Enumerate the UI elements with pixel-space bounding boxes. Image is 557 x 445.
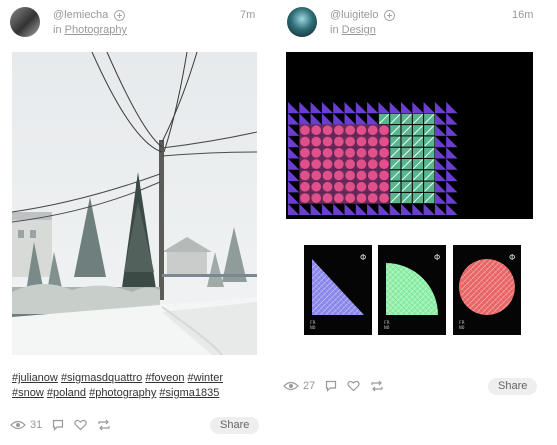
poster-caption: NO — [459, 325, 465, 331]
hashtag-link[interactable]: #sigmasdquattro — [61, 372, 142, 384]
comment-icon[interactable] — [325, 380, 337, 392]
view-count: 27 — [303, 380, 316, 392]
poster-symbol: Φ — [434, 253, 440, 262]
category-prefix: in — [330, 24, 339, 36]
poster-symbol: Φ — [509, 253, 515, 262]
timestamp: 16m — [512, 9, 534, 21]
hashtag-link[interactable]: #snow — [12, 387, 44, 399]
post-card-photography: @lemiecha in Photography 7m #julianow #s… — [0, 0, 275, 445]
hashtag-link[interactable]: #julianow — [12, 372, 58, 384]
hashtag-link[interactable]: #photography — [89, 387, 156, 399]
category-line: in Design — [330, 24, 376, 36]
repost-icon[interactable] — [97, 419, 111, 431]
post-actions: 31 — [10, 419, 111, 431]
hashtag-link[interactable]: #foveon — [145, 372, 184, 384]
category-line: in Photography — [53, 24, 127, 36]
heart-icon[interactable] — [347, 380, 360, 392]
post-artwork-geometric-grid[interactable] — [286, 52, 533, 219]
heart-icon[interactable] — [74, 419, 87, 431]
repost-icon[interactable] — [370, 380, 384, 392]
post-photo-winter-street[interactable] — [12, 52, 257, 355]
avatar[interactable] — [287, 7, 317, 37]
follow-plus-icon[interactable] — [114, 9, 126, 21]
category-link[interactable]: Photography — [65, 24, 127, 36]
poster-caption: NO — [384, 325, 390, 331]
timestamp: 7m — [240, 9, 256, 21]
hashtag-link[interactable]: #poland — [47, 387, 86, 399]
hashtag-link[interactable]: #sigma1835 — [159, 387, 219, 399]
username-link[interactable]: @luigitelo — [330, 9, 378, 21]
hashtag-list: #julianow #sigmasdquattro #foveon #winte… — [12, 371, 257, 401]
hashtag-link[interactable]: #winter — [188, 372, 223, 384]
share-button[interactable]: Share — [210, 417, 260, 434]
category-link[interactable]: Design — [342, 24, 376, 36]
eye-icon — [283, 381, 299, 391]
eye-icon — [10, 420, 26, 430]
poster-caption: NO — [310, 325, 316, 331]
post-actions: 27 — [283, 380, 384, 392]
category-prefix: in — [53, 24, 62, 36]
avatar[interactable] — [10, 7, 40, 37]
username-link[interactable]: @lemiecha — [53, 9, 108, 21]
post-card-design: @luigitelo in Design 16m Φ FR NO Φ FR NO Φ FR… — [277, 0, 557, 445]
view-count: 31 — [30, 419, 43, 431]
poster-triangle[interactable]: Φ FR NO — [304, 245, 372, 335]
follow-plus-icon[interactable] — [384, 9, 396, 21]
comment-icon[interactable] — [52, 419, 64, 431]
poster-symbol: Φ — [360, 253, 366, 262]
poster-circle[interactable]: Φ FR NO — [453, 245, 521, 335]
poster-quarter-circle[interactable]: Φ FR NO — [378, 245, 446, 335]
share-button[interactable]: Share — [488, 378, 538, 395]
